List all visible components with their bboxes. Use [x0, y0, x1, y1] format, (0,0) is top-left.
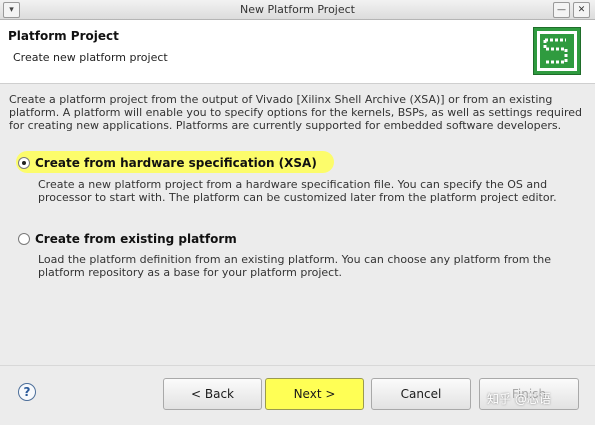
watermark: 知乎 @芯语: [487, 392, 551, 406]
window-titlebar: ▾ New Platform Project — ✕: [0, 0, 595, 20]
option-label: Create from hardware specification (XSA): [35, 156, 317, 170]
cancel-button[interactable]: Cancel: [371, 378, 471, 410]
xilinx-platform-logo-icon: [533, 27, 581, 75]
page-subtitle: Create new platform project: [13, 51, 168, 64]
option-description: Create a new platform project from a har…: [38, 178, 557, 204]
radio-selected-icon[interactable]: [18, 157, 30, 169]
option-create-from-existing[interactable]: Create from existing platform: [18, 232, 237, 246]
wizard-body: Create a platform project from the outpu…: [0, 84, 595, 365]
help-icon[interactable]: ?: [18, 383, 36, 401]
minimize-icon[interactable]: —: [553, 2, 570, 18]
page-title: Platform Project: [8, 29, 119, 43]
back-button[interactable]: < Back: [163, 378, 262, 410]
option-description: Load the platform definition from an exi…: [38, 253, 551, 279]
option-label: Create from existing platform: [35, 232, 237, 246]
intro-text: Create a platform project from the outpu…: [9, 93, 582, 132]
next-button[interactable]: Next >: [265, 378, 364, 410]
window-title: New Platform Project: [239, 3, 355, 16]
close-icon[interactable]: ✕: [573, 2, 590, 18]
wizard-header: Platform Project Create new platform pro…: [0, 20, 595, 84]
option-create-from-xsa[interactable]: Create from hardware specification (XSA): [18, 156, 317, 170]
radio-unselected-icon[interactable]: [18, 233, 30, 245]
